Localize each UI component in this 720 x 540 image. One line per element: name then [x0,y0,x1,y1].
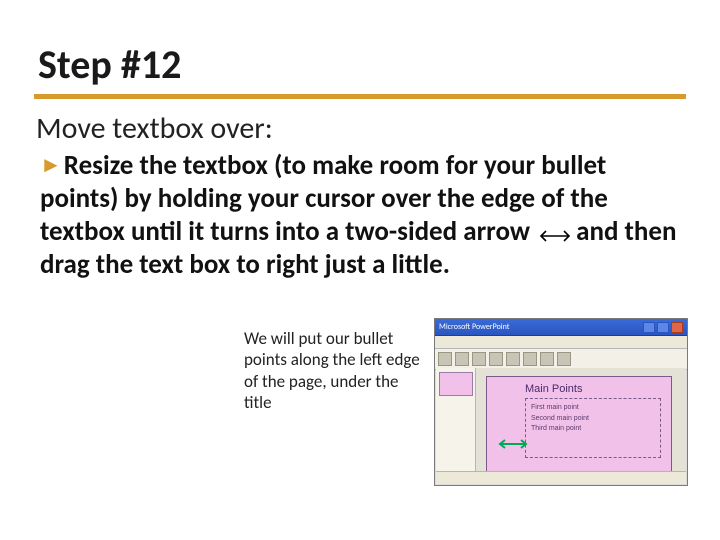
window-buttons [643,322,683,333]
close-icon [671,322,683,333]
slide-canvas: Main Points First main point Second main… [486,376,672,476]
toolbar [435,349,687,370]
resize-arrow-icon [498,439,528,449]
subtitle: Move textbox over: [36,110,273,147]
powerpoint-screenshot: Microsoft PowerPoint Main Poi [434,318,688,486]
title-underline [34,94,686,99]
caption-text: We will put our bullet points along the … [244,328,424,413]
slide: Step #12 Move textbox over: ►Resize the … [0,0,720,540]
editor-body: Main Points First main point Second main… [436,368,686,471]
toolbar-icon [540,352,554,366]
maximize-icon [657,322,669,333]
content-textbox: First main point Second main point Third… [525,398,661,458]
status-bar [436,471,686,484]
bullet-point: First main point [531,403,655,414]
menu-bar [435,336,687,349]
bullet-arrow-icon: ► [40,152,62,179]
minimize-icon [643,322,655,333]
toolbar-icon [472,352,486,366]
window-titlebar: Microsoft PowerPoint [435,319,687,336]
window-title: Microsoft PowerPoint [439,322,509,332]
toolbar-icon [506,352,520,366]
bullet-point: Second main point [531,414,655,425]
canvas-area: Main Points First main point Second main… [476,368,686,471]
toolbar-icon [557,352,571,366]
slide-thumbnail [439,372,473,396]
step-title: Step #12 [38,40,181,89]
toolbar-icon [455,352,469,366]
toolbar-icon [489,352,503,366]
bullet-point: Third main point [531,424,655,435]
toolbar-icon [438,352,452,366]
slide-canvas-title: Main Points [525,383,663,395]
slide-panel [436,368,476,471]
toolbar-icon [523,352,537,366]
instruction-text: ►Resize the textbox (to make room for yo… [40,150,680,282]
two-sided-arrow-icon [538,230,572,242]
instruction-before: Resize the textbox (to make room for you… [40,149,608,248]
